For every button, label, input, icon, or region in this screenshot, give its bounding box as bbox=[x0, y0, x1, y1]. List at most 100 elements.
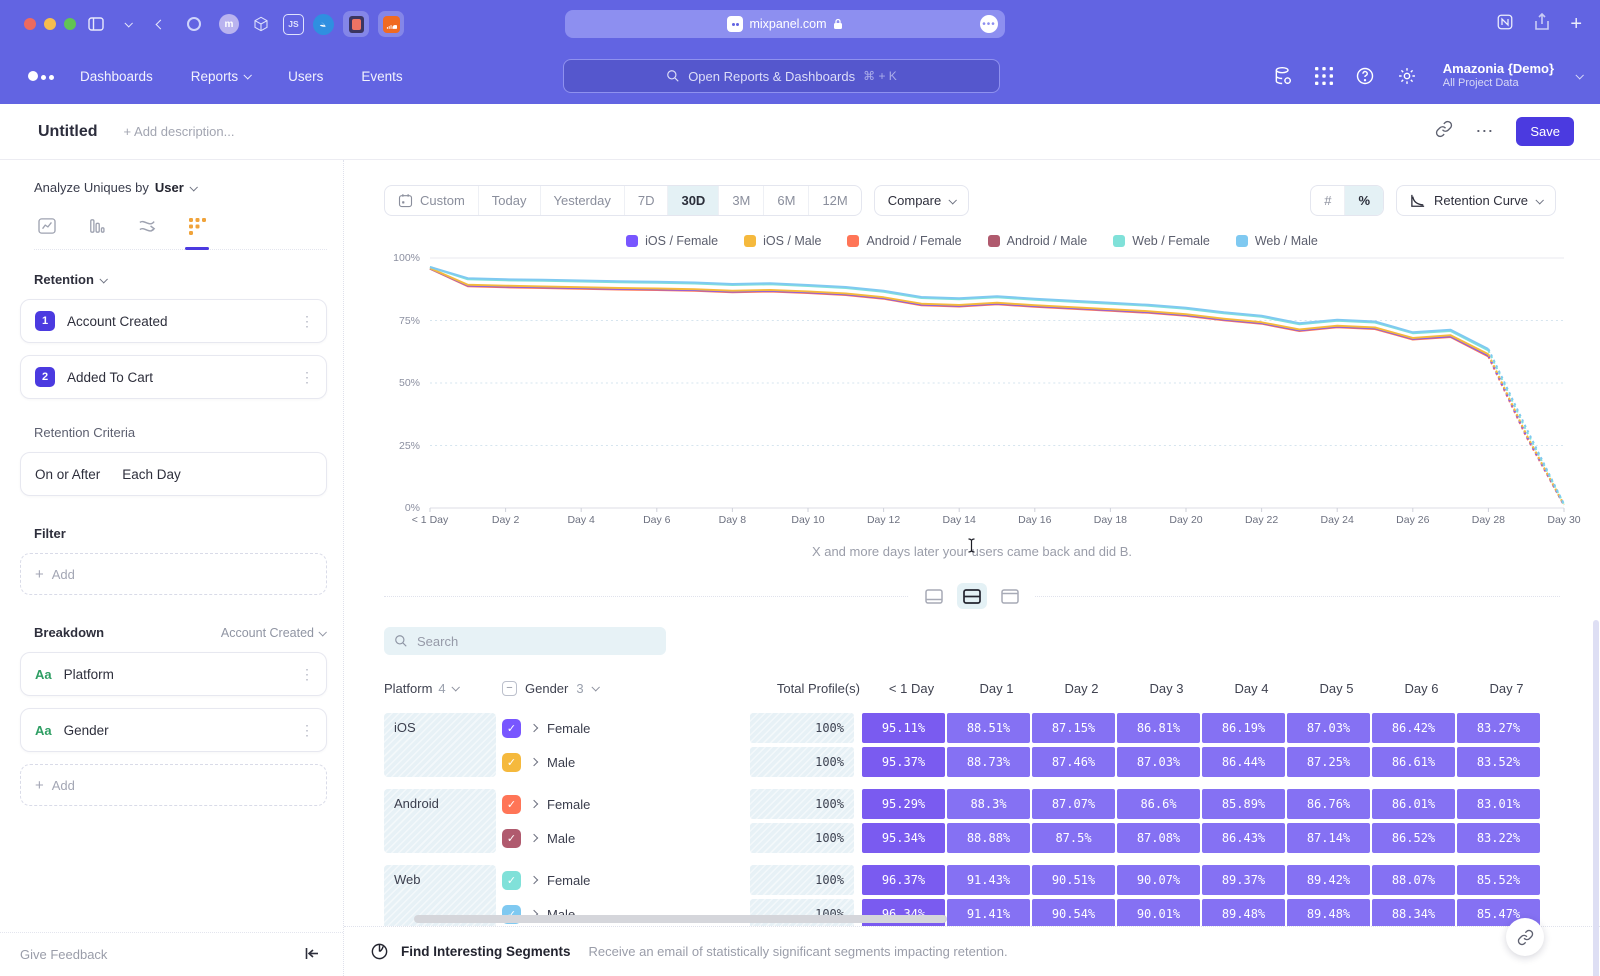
breakdown-platform[interactable]: Aa Platform ⋮ bbox=[20, 652, 327, 696]
nav-users[interactable]: Users bbox=[288, 69, 323, 84]
unit-number-button[interactable]: # bbox=[1311, 186, 1345, 215]
add-filter-button[interactable]: + Add bbox=[20, 553, 327, 595]
range-custom[interactable]: Custom bbox=[385, 186, 479, 215]
retention-value-cell[interactable]: 91.43% bbox=[947, 865, 1030, 895]
retention-value-cell[interactable]: 88.88% bbox=[947, 823, 1030, 853]
more-options-icon[interactable]: ⋮ bbox=[300, 369, 314, 386]
day-column-header[interactable]: Day 7 bbox=[1465, 681, 1548, 696]
nav-reports[interactable]: Reports bbox=[191, 69, 250, 84]
breakdown-gender[interactable]: Aa Gender ⋮ bbox=[20, 708, 327, 752]
platform-cell[interactable]: iOS bbox=[384, 713, 496, 777]
close-window-button[interactable] bbox=[24, 18, 36, 30]
retention-value-cell[interactable]: 87.46% bbox=[1032, 747, 1115, 777]
more-options-icon[interactable]: ⋮ bbox=[300, 722, 314, 739]
copy-report-link-button[interactable] bbox=[1506, 918, 1544, 956]
tab-retention[interactable] bbox=[184, 215, 210, 237]
chevron-down-icon[interactable] bbox=[116, 12, 140, 36]
retention-value-cell[interactable]: 87.15% bbox=[1032, 713, 1115, 743]
zoom-window-button[interactable] bbox=[64, 18, 76, 30]
expand-row-icon[interactable] bbox=[530, 758, 538, 766]
save-button[interactable]: Save bbox=[1516, 117, 1574, 146]
legend-item[interactable]: Web / Female bbox=[1113, 234, 1210, 248]
retention-value-cell[interactable]: 86.6% bbox=[1117, 789, 1200, 819]
retention-value-cell[interactable]: 95.29% bbox=[862, 789, 945, 819]
table-search-input[interactable] bbox=[417, 634, 637, 649]
expand-row-icon[interactable] bbox=[530, 876, 538, 884]
more-options-icon[interactable]: ⋮ bbox=[300, 666, 314, 683]
day-column-header[interactable]: Day 1 bbox=[955, 681, 1038, 696]
browser-sidebar-icon[interactable] bbox=[84, 12, 108, 36]
retention-value-cell[interactable]: 90.01% bbox=[1117, 899, 1200, 926]
more-options-icon[interactable]: ⋮ bbox=[300, 313, 314, 330]
retention-criteria-control[interactable]: On or After Each Day bbox=[20, 452, 327, 496]
series-checkbox[interactable]: ✓ bbox=[502, 795, 521, 814]
pinned-tab-blue-icon[interactable] bbox=[313, 14, 334, 35]
retention-value-cell[interactable]: 95.11% bbox=[862, 713, 945, 743]
series-line-incomplete[interactable] bbox=[1488, 351, 1564, 505]
retention-value-cell[interactable]: 90.54% bbox=[1032, 899, 1115, 926]
window-controls[interactable] bbox=[24, 18, 76, 30]
total-profiles-header[interactable]: Total Profile(s) bbox=[756, 681, 860, 696]
report-title[interactable]: Untitled bbox=[38, 123, 98, 141]
retention-value-cell[interactable]: 95.37% bbox=[862, 747, 945, 777]
table-search[interactable] bbox=[384, 627, 666, 655]
platform-column-header[interactable]: Platform 4 bbox=[384, 681, 502, 696]
series-line[interactable] bbox=[430, 267, 1488, 351]
series-line-incomplete[interactable] bbox=[1488, 349, 1564, 504]
range-today[interactable]: Today bbox=[479, 186, 541, 215]
add-breakdown-button[interactable]: + Add bbox=[20, 764, 327, 806]
retention-value-cell[interactable]: 95.34% bbox=[862, 823, 945, 853]
retention-value-cell[interactable]: 88.34% bbox=[1372, 899, 1455, 926]
retention-value-cell[interactable]: 86.52% bbox=[1372, 823, 1455, 853]
gender-column-header[interactable]: − Gender 3 bbox=[502, 681, 756, 696]
legend-item[interactable]: iOS / Female bbox=[626, 234, 718, 248]
chart-only-view-button[interactable] bbox=[919, 583, 949, 609]
retention-value-cell[interactable]: 86.42% bbox=[1372, 713, 1455, 743]
retention-value-cell[interactable]: 86.43% bbox=[1202, 823, 1285, 853]
retention-value-cell[interactable]: 85.52% bbox=[1457, 865, 1540, 895]
series-checkbox[interactable]: ✓ bbox=[502, 753, 521, 772]
select-all-checkbox[interactable]: − bbox=[502, 681, 517, 696]
site-options-icon[interactable]: ••• bbox=[980, 15, 998, 33]
day-column-header[interactable]: Day 5 bbox=[1295, 681, 1378, 696]
day-column-header[interactable]: Day 6 bbox=[1380, 681, 1463, 696]
find-segments-link[interactable]: Find Interesting Segments bbox=[401, 944, 571, 959]
pinned-tab-js-icon[interactable]: JS bbox=[283, 14, 304, 35]
retention-value-cell[interactable]: 86.81% bbox=[1117, 713, 1200, 743]
give-feedback-link[interactable]: Give Feedback bbox=[20, 947, 107, 962]
retention-value-cell[interactable]: 89.48% bbox=[1202, 899, 1285, 926]
retention-value-cell[interactable]: 83.01% bbox=[1457, 789, 1540, 819]
pinned-tab-cube-icon[interactable] bbox=[248, 11, 274, 37]
retention-value-cell[interactable]: 88.07% bbox=[1372, 865, 1455, 895]
series-checkbox[interactable]: ✓ bbox=[502, 871, 521, 890]
legend-item[interactable]: Android / Female bbox=[847, 234, 961, 248]
global-search-button[interactable]: Open Reports & Dashboards ⌘ + K bbox=[563, 59, 1000, 93]
copy-link-icon[interactable] bbox=[1435, 120, 1453, 143]
retention-value-cell[interactable]: 87.03% bbox=[1117, 747, 1200, 777]
series-line[interactable] bbox=[430, 267, 1488, 349]
retention-value-cell[interactable]: 86.01% bbox=[1372, 789, 1455, 819]
retention-value-cell[interactable]: 86.44% bbox=[1202, 747, 1285, 777]
retention-value-cell[interactable]: 86.76% bbox=[1287, 789, 1370, 819]
range-30d[interactable]: 30D bbox=[668, 186, 719, 215]
tab-flows[interactable] bbox=[134, 215, 160, 237]
range-7d[interactable]: 7D bbox=[625, 186, 669, 215]
table-only-view-button[interactable] bbox=[995, 583, 1025, 609]
retention-value-cell[interactable]: 86.19% bbox=[1202, 713, 1285, 743]
retention-value-cell[interactable]: 87.03% bbox=[1287, 713, 1370, 743]
retention-value-cell[interactable]: 96.37% bbox=[862, 865, 945, 895]
retention-value-cell[interactable]: 88.51% bbox=[947, 713, 1030, 743]
retention-value-cell[interactable]: 89.37% bbox=[1202, 865, 1285, 895]
retention-value-cell[interactable]: 83.27% bbox=[1457, 713, 1540, 743]
expand-row-icon[interactable] bbox=[530, 800, 538, 808]
range-yesterday[interactable]: Yesterday bbox=[541, 186, 625, 215]
vertical-scrollbar[interactable] bbox=[1593, 620, 1599, 976]
series-checkbox[interactable]: ✓ bbox=[502, 829, 521, 848]
minimize-window-button[interactable] bbox=[44, 18, 56, 30]
day-column-header[interactable]: Day 4 bbox=[1210, 681, 1293, 696]
expand-row-icon[interactable] bbox=[530, 834, 538, 842]
more-options-icon[interactable]: ⋯ bbox=[1475, 121, 1494, 142]
pinned-tab-m-icon[interactable]: m bbox=[219, 14, 239, 34]
day-column-header[interactable]: Day 2 bbox=[1040, 681, 1123, 696]
help-icon[interactable] bbox=[1355, 66, 1375, 86]
